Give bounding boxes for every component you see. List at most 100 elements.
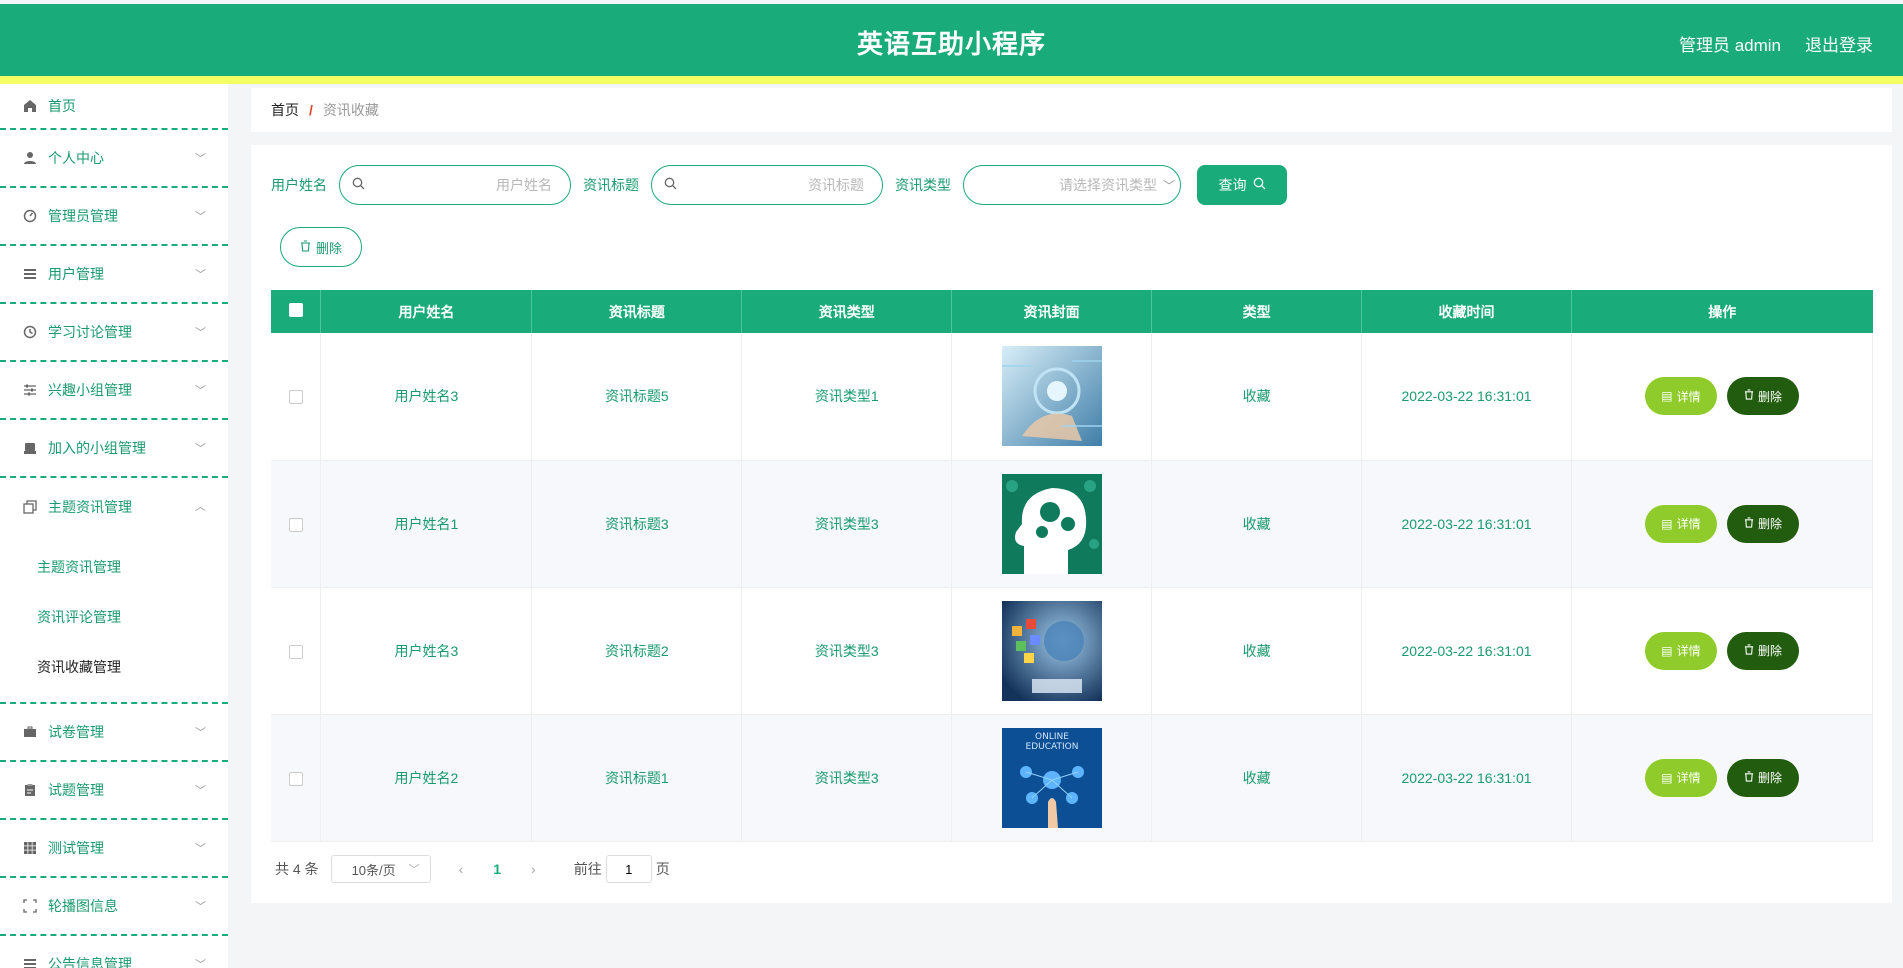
sidebar-item-label: 加入的小组管理	[48, 440, 146, 456]
briefcase-icon	[22, 724, 38, 740]
sidebar-item-tests[interactable]: 测试管理 ﹀	[0, 820, 228, 878]
column-header: 资讯标题	[531, 290, 743, 333]
detail-button[interactable]: ▤ 详情	[1644, 631, 1717, 670]
submenu-item-news-favorites[interactable]: 资讯收藏管理	[0, 642, 228, 692]
page-number-current[interactable]: 1	[493, 861, 501, 877]
sidebar-item-interest-groups[interactable]: 兴趣小组管理 ﹀	[0, 362, 228, 420]
sidebar-item-announcements[interactable]: 公告信息管理 ﹀	[0, 936, 228, 968]
row-checkbox[interactable]	[288, 771, 303, 786]
sidebar-item-carousel[interactable]: 轮播图信息 ﹀	[0, 878, 228, 936]
document-icon: ▤	[1661, 516, 1673, 531]
cover-image[interactable]	[1001, 473, 1102, 574]
sidebar-item-label: 公告信息管理	[48, 956, 132, 968]
title-input[interactable]	[677, 177, 864, 193]
page-size-select[interactable]: 10条/页 ﹀	[330, 855, 431, 883]
username-field[interactable]	[339, 165, 571, 205]
detail-button-label: 详情	[1676, 517, 1701, 531]
cover-image[interactable]	[1001, 346, 1102, 447]
select-all-cell	[271, 290, 322, 333]
kind-cell: 收藏	[1151, 460, 1363, 588]
sidebar-item-label: 兴趣小组管理	[48, 382, 132, 398]
clipboard-icon	[22, 782, 38, 798]
sidebar-item-label: 学习讨论管理	[48, 324, 132, 340]
clock-icon	[22, 324, 38, 340]
delete-button[interactable]: 删除	[1726, 504, 1799, 543]
detail-button-label: 详情	[1676, 644, 1701, 658]
submenu-topic-news: 主题资讯管理 资讯评论管理 资讯收藏管理	[0, 536, 228, 704]
top-header: 英语互助小程序 管理员 admin 退出登录	[0, 4, 1903, 76]
chevron-down-icon: ﹀	[195, 269, 206, 281]
next-page-icon[interactable]: ›	[531, 861, 536, 877]
type-select[interactable]: ﹀	[963, 165, 1181, 205]
username-input[interactable]	[365, 177, 552, 193]
cover-cell	[951, 333, 1153, 461]
cover-image[interactable]	[1001, 600, 1102, 701]
prev-page-icon[interactable]: ‹	[459, 861, 464, 877]
type-cell: 资讯类型3	[741, 460, 953, 588]
sidebar-item-label: 首页	[48, 98, 76, 114]
row-select-cell	[271, 460, 322, 588]
row-checkbox[interactable]	[288, 390, 303, 405]
detail-button[interactable]: ▤ 详情	[1644, 377, 1717, 416]
table-header-row: 用户姓名 资讯标题 资讯类型 资讯封面 类型 收藏时间 操作	[271, 290, 1873, 333]
detail-button-label: 详情	[1676, 771, 1701, 785]
row-checkbox[interactable]	[288, 517, 303, 532]
sidebar-item-profile[interactable]: 个人中心 ﹀	[0, 130, 228, 188]
username-cell: 用户姓名2	[320, 714, 533, 842]
select-all-checkbox[interactable]	[288, 303, 303, 317]
grid-icon	[22, 840, 38, 856]
cover-cell	[951, 460, 1153, 588]
delete-button[interactable]: 删除	[1726, 631, 1799, 670]
cover-cell	[951, 587, 1153, 715]
logout-link[interactable]: 退出登录	[1805, 31, 1873, 56]
list-icon	[22, 956, 38, 968]
breadcrumb-home[interactable]: 首页	[271, 100, 299, 120]
username-cell: 用户姓名1	[320, 460, 533, 588]
sidebar-item-topic-news[interactable]: 主题资讯管理 ︿	[0, 478, 228, 536]
sidebar-item-questions[interactable]: 试题管理 ﹀	[0, 762, 228, 820]
type-select-input[interactable]	[976, 177, 1157, 193]
sidebar-item-discussion[interactable]: 学习讨论管理 ﹀	[0, 304, 228, 362]
goto-label: 前往	[573, 861, 602, 877]
cover-image[interactable]: ONLINE EDUCATION	[1001, 727, 1102, 828]
sidebar-item-papers[interactable]: 试卷管理 ﹀	[0, 704, 228, 762]
actions-cell: ▤ 详情 删除	[1571, 587, 1874, 715]
detail-button[interactable]: ▤ 详情	[1644, 758, 1717, 797]
breadcrumb: 首页 / 资讯收藏	[251, 88, 1892, 132]
goto-page-input[interactable]	[605, 855, 652, 883]
title-field[interactable]	[651, 165, 883, 205]
title-label: 资讯标题	[583, 177, 639, 193]
submenu-item-news-comments[interactable]: 资讯评论管理	[0, 592, 228, 642]
kind-cell: 收藏	[1151, 587, 1363, 715]
actions-cell: ▤ 详情 删除	[1571, 460, 1874, 588]
chevron-down-icon: ﹀	[195, 959, 206, 968]
time-cell: 2022-03-22 16:31:01	[1361, 460, 1572, 588]
row-checkbox[interactable]	[288, 644, 303, 659]
delete-button[interactable]: 删除	[1726, 758, 1799, 797]
sidebar-item-home[interactable]: 首页	[0, 84, 228, 130]
submenu-item-topic-news[interactable]: 主题资讯管理	[0, 542, 228, 592]
delete-button[interactable]: 删除	[1726, 377, 1799, 416]
sidebar-item-admin[interactable]: 管理员管理 ﹀	[0, 188, 228, 246]
sidebar-item-label: 管理员管理	[48, 208, 118, 224]
header-accent-strip	[0, 76, 1903, 84]
admin-user-label: 管理员 admin	[1678, 36, 1781, 55]
chevron-down-icon: ﹀	[195, 443, 206, 455]
sidebar-item-label: 个人中心	[48, 150, 104, 166]
document-icon: ▤	[1661, 389, 1673, 404]
trash-icon	[1744, 516, 1754, 531]
batch-delete-button[interactable]: 删除	[280, 227, 362, 267]
sidebar-item-label: 轮播图信息	[48, 898, 118, 914]
column-header: 操作	[1571, 290, 1873, 333]
detail-button[interactable]: ▤ 详情	[1644, 504, 1717, 543]
sidebar-item-joined-groups[interactable]: 加入的小组管理 ﹀	[0, 420, 228, 478]
cover-text: ONLINE	[1035, 732, 1069, 742]
sidebar-item-users[interactable]: 用户管理 ﹀	[0, 246, 228, 304]
time-cell: 2022-03-22 16:31:01	[1361, 333, 1572, 461]
query-button-label: 查询	[1218, 177, 1247, 193]
breadcrumb-separator: /	[309, 102, 313, 118]
trash-icon	[300, 239, 311, 255]
cover-cell: ONLINE EDUCATION	[951, 714, 1153, 842]
query-button[interactable]: 查询	[1197, 165, 1287, 205]
page-suffix: 页	[655, 861, 670, 877]
